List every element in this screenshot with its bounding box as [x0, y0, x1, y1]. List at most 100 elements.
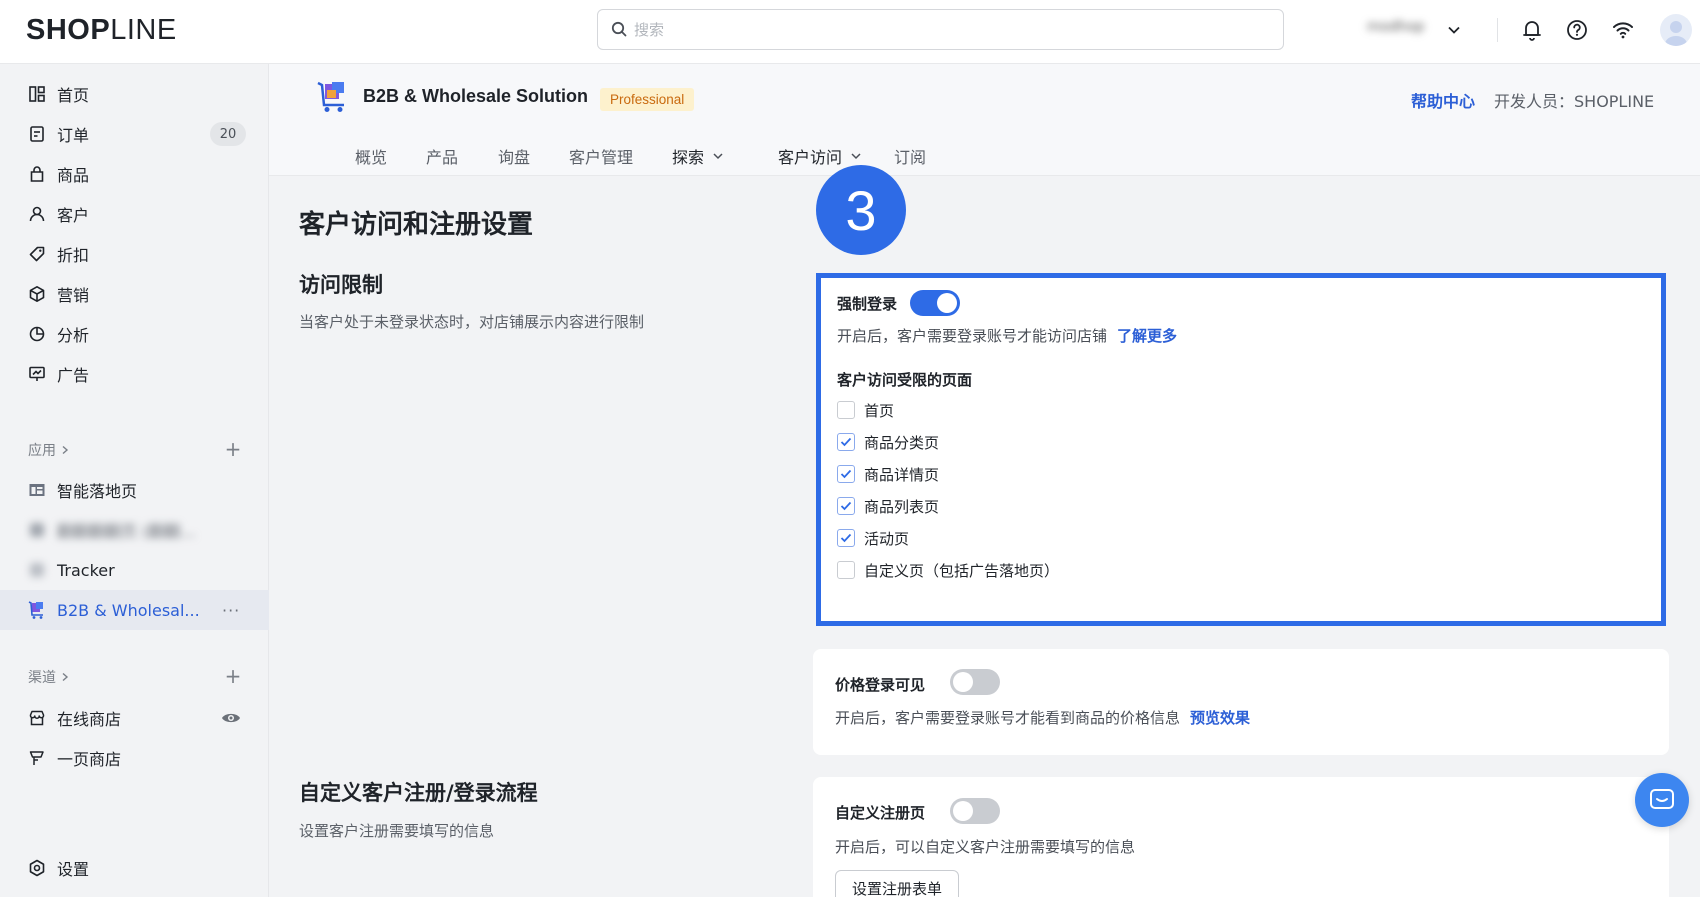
sidebar-item-analytics[interactable]: 分析 — [0, 314, 269, 354]
price-login-toggle[interactable] — [950, 669, 1000, 695]
tab-explore[interactable]: 探索 — [672, 144, 724, 168]
price-login-description-text: 开启后，客户需要登录账号才能看到商品的价格信息 — [835, 709, 1181, 727]
page-title: 客户访问和注册设置 — [299, 210, 534, 240]
setup-register-form-button[interactable]: 设置注册表单 — [835, 870, 960, 897]
add-app-button[interactable]: + — [224, 439, 242, 459]
search-icon — [611, 21, 627, 41]
restricted-page-list[interactable]: 商品列表页 — [837, 495, 939, 517]
sidebar-item-label: 订单 — [57, 126, 90, 145]
help-center-link[interactable]: 帮助中心 — [1411, 88, 1475, 112]
sidebar-item-online-store[interactable]: 在线商店 — [0, 698, 269, 738]
checkbox[interactable] — [837, 433, 855, 451]
eye-icon[interactable] — [221, 709, 241, 731]
help-icon[interactable] — [1564, 17, 1590, 43]
store-name[interactable]: modhop — [1367, 19, 1437, 39]
sidebar-item-label: 在线商店 — [57, 710, 122, 729]
access-section-description: 当客户处于未登录状态时，对店铺展示内容进行限制 — [299, 313, 645, 331]
force-login-label: 强制登录 — [837, 295, 898, 313]
channels-section-title[interactable]: 渠道 — [28, 667, 70, 687]
search-box[interactable] — [597, 9, 1284, 50]
restricted-page-home[interactable]: 首页 — [837, 399, 894, 421]
checkbox[interactable] — [837, 497, 855, 515]
restricted-page-detail[interactable]: 商品详情页 — [837, 463, 939, 485]
preview-link[interactable]: 预览效果 — [1190, 709, 1250, 727]
sidebar-item-orders[interactable]: 订单 20 — [0, 114, 269, 154]
search-input[interactable] — [634, 18, 1234, 42]
sidebar-item-label: 广告 — [57, 366, 90, 385]
toggle-knob — [953, 801, 973, 821]
tab-products[interactable]: 产品 — [426, 144, 458, 168]
tab-customer-management[interactable]: 客户管理 — [569, 144, 633, 168]
apps-section-label: 应用 — [28, 443, 56, 459]
chat-support-button[interactable] — [1635, 773, 1689, 827]
apps-section-title[interactable]: 应用 — [28, 440, 70, 460]
tab-customer-access[interactable]: 客户访问 — [778, 144, 862, 168]
add-channel-button[interactable]: + — [224, 666, 242, 686]
checkbox-label: 商品分类页 — [864, 433, 940, 452]
checkbox[interactable] — [837, 561, 855, 579]
sidebar-item-settings[interactable]: 设置 — [0, 848, 269, 888]
gear-icon — [26, 857, 48, 879]
shopline-logo[interactable]: SHOPLINE — [26, 14, 177, 47]
product-icon — [26, 163, 48, 185]
sidebar-item-customers[interactable]: 客户 — [0, 194, 269, 234]
sidebar-item-products[interactable]: 商品 — [0, 154, 269, 194]
chevron-down-icon[interactable] — [1447, 22, 1461, 41]
sidebar-item-label: Tracker — [57, 560, 115, 580]
tab-label: 客户访问 — [778, 148, 843, 167]
custom-register-toggle[interactable] — [950, 798, 1000, 824]
tag-icon — [26, 243, 48, 265]
orders-count-badge: 20 — [210, 122, 246, 146]
checkbox-label: 自定义页（包括广告落地页） — [864, 561, 1060, 580]
checkbox-label: 首页 — [864, 401, 895, 420]
channels-section-label: 渠道 — [28, 670, 56, 686]
customer-icon — [26, 203, 48, 225]
restricted-page-campaign[interactable]: 活动页 — [837, 527, 909, 549]
sidebar-item-blurred-app[interactable]: 翻翻翻翻页 (翻翻... — [0, 510, 269, 550]
checkbox[interactable] — [837, 401, 855, 419]
sidebar-item-label: 首页 — [57, 86, 90, 105]
analytics-icon — [26, 323, 48, 345]
tab-subscription[interactable]: 订阅 — [894, 144, 926, 168]
custom-register-card: 自定义注册页 开启后，可以自定义客户注册需要填写的信息 设置注册表单 — [813, 777, 1669, 897]
main-content: B2B & Wholesale Solution Professional 帮助… — [269, 64, 1700, 897]
sidebar-item-discounts[interactable]: 折扣 — [0, 234, 269, 274]
more-options-icon[interactable]: ··· — [222, 601, 240, 620]
learn-more-link[interactable]: 了解更多 — [1117, 327, 1177, 345]
home-icon — [26, 83, 48, 105]
sidebar-item-label: 设置 — [57, 860, 90, 879]
order-icon — [26, 123, 48, 145]
checkbox[interactable] — [837, 529, 855, 547]
sidebar-item-b2b-wholesale[interactable]: B2B & Wholesal... ··· — [0, 590, 269, 630]
bell-icon[interactable] — [1519, 17, 1545, 43]
ads-icon — [26, 363, 48, 385]
sidebar: 首页 订单 20 商品 客户 折扣 营销 分析 广告 应用 + 智能落地页 翻翻… — [0, 64, 269, 897]
landing-page-icon — [26, 479, 48, 501]
checkbox-label: 活动页 — [864, 529, 910, 548]
avatar[interactable] — [1660, 14, 1692, 46]
force-login-toggle[interactable] — [910, 290, 960, 316]
wifi-icon[interactable] — [1610, 17, 1636, 43]
restricted-page-category[interactable]: 商品分类页 — [837, 431, 939, 453]
sidebar-item-landing-page[interactable]: 智能落地页 — [0, 470, 269, 510]
sidebar-item-ads[interactable]: 广告 — [0, 354, 269, 394]
restricted-pages-title: 客户访问受限的页面 — [837, 371, 973, 389]
checkbox[interactable] — [837, 465, 855, 483]
toggle-knob — [953, 672, 973, 692]
sidebar-item-label: B2B & Wholesal... — [57, 600, 200, 620]
sidebar-item-home[interactable]: 首页 — [0, 74, 269, 114]
tracker-icon — [26, 559, 48, 581]
checkmark-icon — [840, 533, 852, 543]
chevron-down-icon — [851, 153, 861, 160]
sidebar-item-tracker[interactable]: Tracker — [0, 550, 269, 590]
restricted-page-custom[interactable]: 自定义页（包括广告落地页） — [837, 559, 1059, 581]
access-section-heading: 访问限制 — [299, 273, 383, 297]
tab-overview[interactable]: 概览 — [355, 144, 387, 168]
tab-inquiry[interactable]: 询盘 — [498, 144, 530, 168]
toggle-knob — [937, 293, 957, 313]
sidebar-item-one-page-store[interactable]: 一页商店 — [0, 738, 269, 778]
b2b-app-icon — [26, 599, 48, 621]
sidebar-item-label: 分析 — [57, 326, 90, 345]
checkbox-label: 商品列表页 — [864, 497, 940, 516]
sidebar-item-marketing[interactable]: 营销 — [0, 274, 269, 314]
